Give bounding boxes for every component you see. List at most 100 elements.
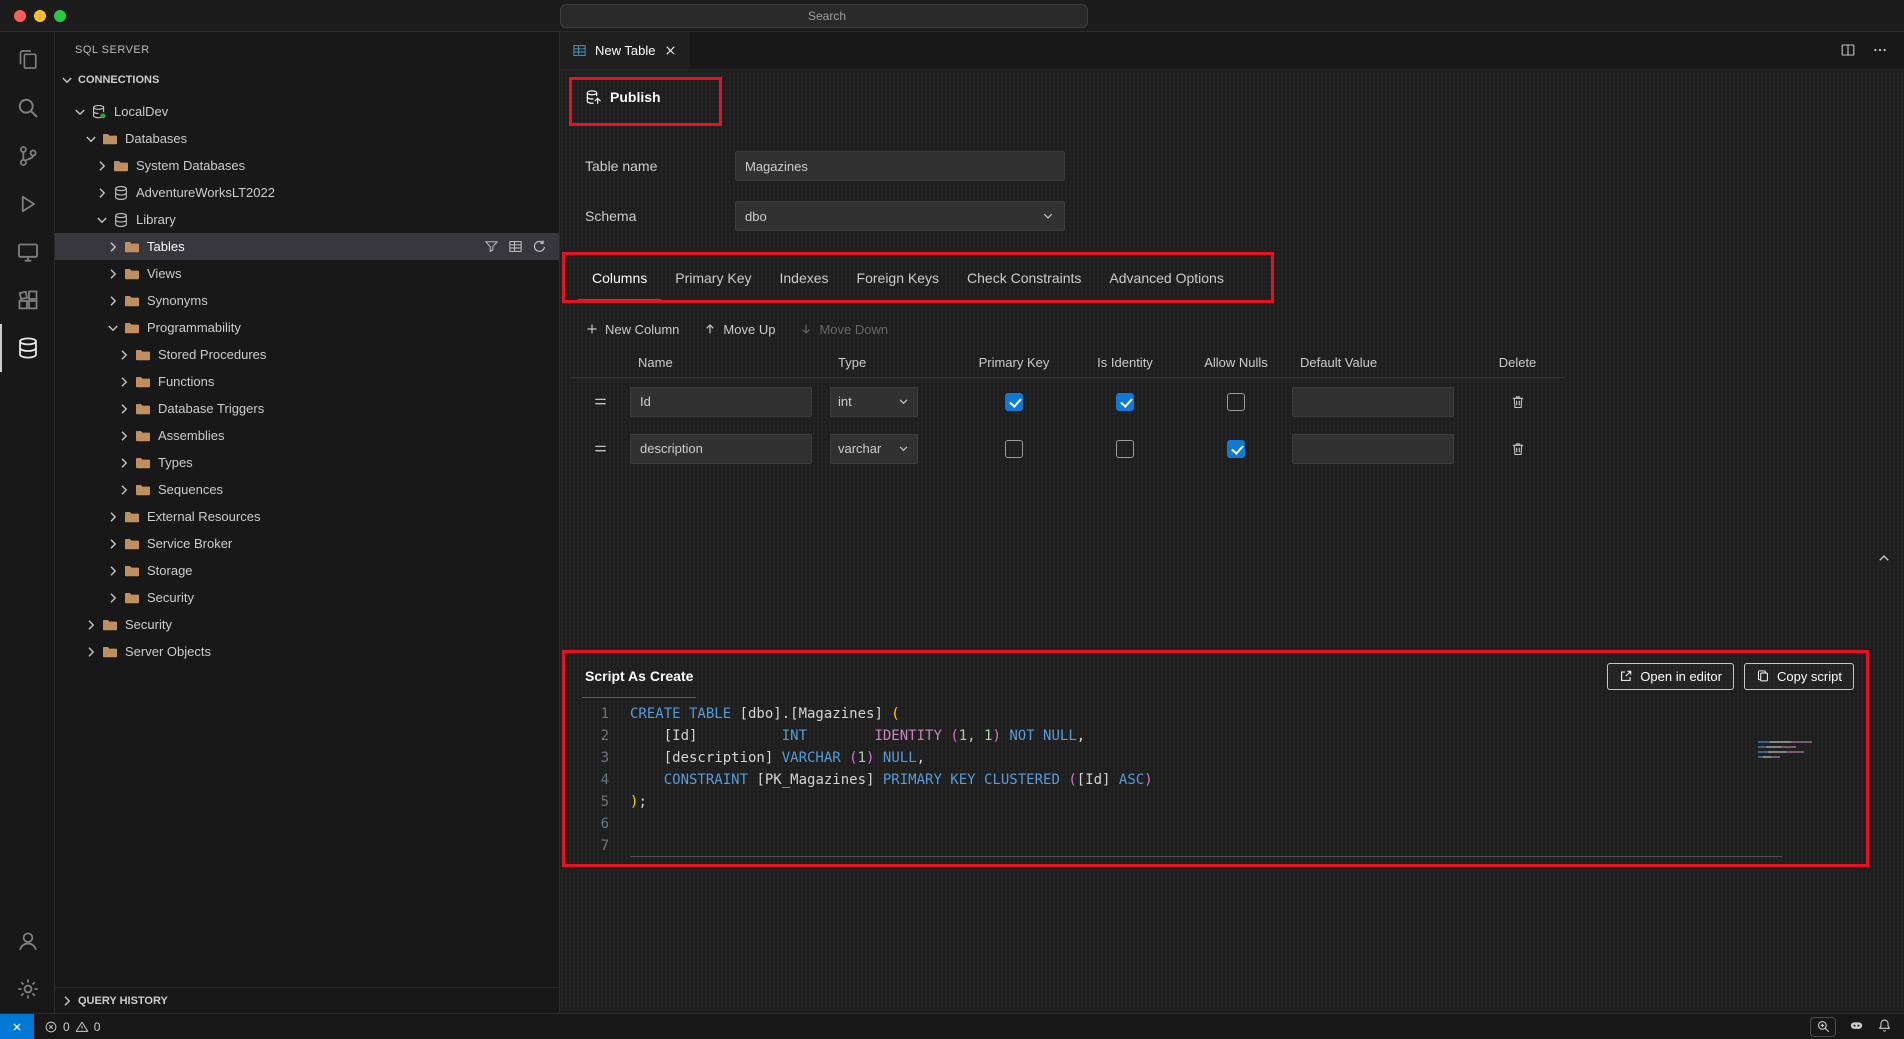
tree-item-label: Server Objects xyxy=(125,644,211,659)
column-row-id: int xyxy=(570,378,1565,425)
close-tab-icon[interactable] xyxy=(663,43,678,58)
is-identity-checkbox[interactable] xyxy=(1116,393,1134,411)
tree-item-tables[interactable]: Tables xyxy=(55,233,559,260)
maximize-window-button[interactable] xyxy=(54,10,66,22)
tree-item-databases[interactable]: Databases xyxy=(55,125,559,152)
activity-item-account[interactable] xyxy=(0,917,54,965)
default-value-input[interactable] xyxy=(1292,434,1454,464)
window-controls xyxy=(0,10,80,22)
tree-item-sequences[interactable]: Sequences xyxy=(55,476,559,503)
tree-item-security[interactable]: Security xyxy=(55,584,559,611)
column-type-select[interactable]: varchar xyxy=(830,434,918,464)
primary-key-checkbox[interactable] xyxy=(1005,440,1023,458)
tree-inline-actions xyxy=(484,239,559,254)
vscode-window: Search SQL SERVER CONNECTIONS xyxy=(0,0,1904,1039)
move-up-button[interactable]: Move Up xyxy=(703,322,775,337)
bell-statusbar-button[interactable] xyxy=(1877,1018,1892,1036)
designer-tab-columns[interactable]: Columns xyxy=(578,256,661,301)
tree-item-functions[interactable]: Functions xyxy=(55,368,559,395)
activity-item-extensions[interactable] xyxy=(0,276,54,324)
script-as-create-tab[interactable]: Script As Create xyxy=(582,654,696,698)
allow-nulls-checkbox[interactable] xyxy=(1227,440,1245,458)
zoom-indicator[interactable] xyxy=(1810,1017,1836,1037)
tree-item-database-triggers[interactable]: Database Triggers xyxy=(55,395,559,422)
tab-new-table[interactable]: New Table xyxy=(560,32,690,68)
tree-item-programmability[interactable]: Programmability xyxy=(55,314,559,341)
global-search-box[interactable]: Search xyxy=(560,4,1088,28)
copilot-icon xyxy=(1849,1018,1864,1033)
tree-item-views[interactable]: Views xyxy=(55,260,559,287)
bell-icon xyxy=(1877,1018,1892,1033)
open-external-icon xyxy=(1619,669,1633,683)
primary-key-checkbox[interactable] xyxy=(1005,393,1023,411)
copy-script-button[interactable]: Copy script xyxy=(1744,663,1854,690)
activity-item-explorer[interactable] xyxy=(0,36,54,84)
script-code-editor[interactable]: 1 CREATE TABLE [dbo].[Magazines] ( 2 [Id… xyxy=(566,698,1868,857)
new-column-button[interactable]: New Column xyxy=(585,322,679,337)
copy-icon xyxy=(1756,669,1770,683)
default-value-input[interactable] xyxy=(1292,387,1454,417)
tree-item-types[interactable]: Types xyxy=(55,449,559,476)
designer-tab-indexes[interactable]: Indexes xyxy=(765,256,842,301)
editor-tab-bar: New Table xyxy=(560,32,1904,68)
designer-tab-advanced-options[interactable]: Advanced Options xyxy=(1095,256,1237,301)
tree-item-label: Types xyxy=(158,455,193,470)
scroll-up-chevron-icon[interactable] xyxy=(1876,550,1892,566)
activity-item-settings-gear[interactable] xyxy=(0,965,54,1013)
column-type-select[interactable]: int xyxy=(830,387,918,417)
folder-icon xyxy=(124,239,141,255)
tree-item-service-broker[interactable]: Service Broker xyxy=(55,530,559,557)
move-down-button[interactable]: Move Down xyxy=(799,322,888,337)
designer-tab-primary-key[interactable]: Primary Key xyxy=(661,256,765,301)
connections-section-header[interactable]: CONNECTIONS xyxy=(55,68,559,92)
tree-item-server-objects[interactable]: Server Objects xyxy=(55,638,559,665)
grid-header-type: Type xyxy=(830,355,958,370)
tree-item-adventureworkslt2022[interactable]: AdventureWorksLT2022 xyxy=(55,179,559,206)
close-window-button[interactable] xyxy=(14,10,26,22)
activity-item-search[interactable] xyxy=(0,84,54,132)
remote-indicator[interactable] xyxy=(0,1014,34,1039)
publish-button[interactable]: Publish xyxy=(585,82,661,112)
schema-select[interactable]: dbo xyxy=(735,201,1065,231)
drag-handle-icon[interactable] xyxy=(570,441,630,456)
tree-item-library[interactable]: Library xyxy=(55,206,559,233)
minimize-window-button[interactable] xyxy=(34,10,46,22)
chevron-right-icon xyxy=(105,536,121,552)
copilot-statusbar-button[interactable] xyxy=(1849,1018,1864,1036)
editor-more-actions-icon[interactable] xyxy=(1872,42,1888,58)
activity-item-sql-server[interactable] xyxy=(0,324,54,372)
problems-indicator[interactable]: 0 0 xyxy=(34,1020,110,1034)
remote-explorer-icon xyxy=(16,240,40,264)
allow-nulls-checkbox[interactable] xyxy=(1227,393,1245,411)
split-editor-icon[interactable] xyxy=(1840,42,1856,58)
designer-tab-foreign-keys[interactable]: Foreign Keys xyxy=(843,256,953,301)
tree-item-stored-procedures[interactable]: Stored Procedures xyxy=(55,341,559,368)
column-name-input[interactable] xyxy=(630,434,812,464)
designer-tab-check-constraints[interactable]: Check Constraints xyxy=(953,256,1095,301)
tree-item-synonyms[interactable]: Synonyms xyxy=(55,287,559,314)
activity-item-remote-explorer[interactable] xyxy=(0,228,54,276)
tree-item-security[interactable]: Security xyxy=(55,611,559,638)
activity-item-run-debug[interactable] xyxy=(0,180,54,228)
open-in-editor-button[interactable]: Open in editor xyxy=(1607,663,1734,690)
settings-gear-icon xyxy=(16,977,40,1001)
chevron-right-icon xyxy=(116,428,132,444)
is-identity-checkbox[interactable] xyxy=(1116,440,1134,458)
chevron-right-icon xyxy=(116,455,132,471)
tree-item-assemblies[interactable]: Assemblies xyxy=(55,422,559,449)
delete-column-button[interactable] xyxy=(1470,441,1565,457)
columns-grid-rows: int varchar xyxy=(570,378,1565,472)
activity-item-source-control[interactable] xyxy=(0,132,54,180)
column-name-input[interactable] xyxy=(630,387,812,417)
columns-grid: NameTypePrimary KeyIs IdentityAllow Null… xyxy=(570,348,1565,472)
tree-item-localdev[interactable]: LocalDev xyxy=(55,98,559,125)
tree-item-system-databases[interactable]: System Databases xyxy=(55,152,559,179)
table-name-input[interactable] xyxy=(735,151,1065,181)
query-history-section-header[interactable]: QUERY HISTORY xyxy=(55,987,559,1013)
server-icon xyxy=(91,104,108,120)
tree-item-label: Functions xyxy=(158,374,214,389)
delete-column-button[interactable] xyxy=(1470,394,1565,410)
tree-item-storage[interactable]: Storage xyxy=(55,557,559,584)
tree-item-external-resources[interactable]: External Resources xyxy=(55,503,559,530)
drag-handle-icon[interactable] xyxy=(570,394,630,409)
